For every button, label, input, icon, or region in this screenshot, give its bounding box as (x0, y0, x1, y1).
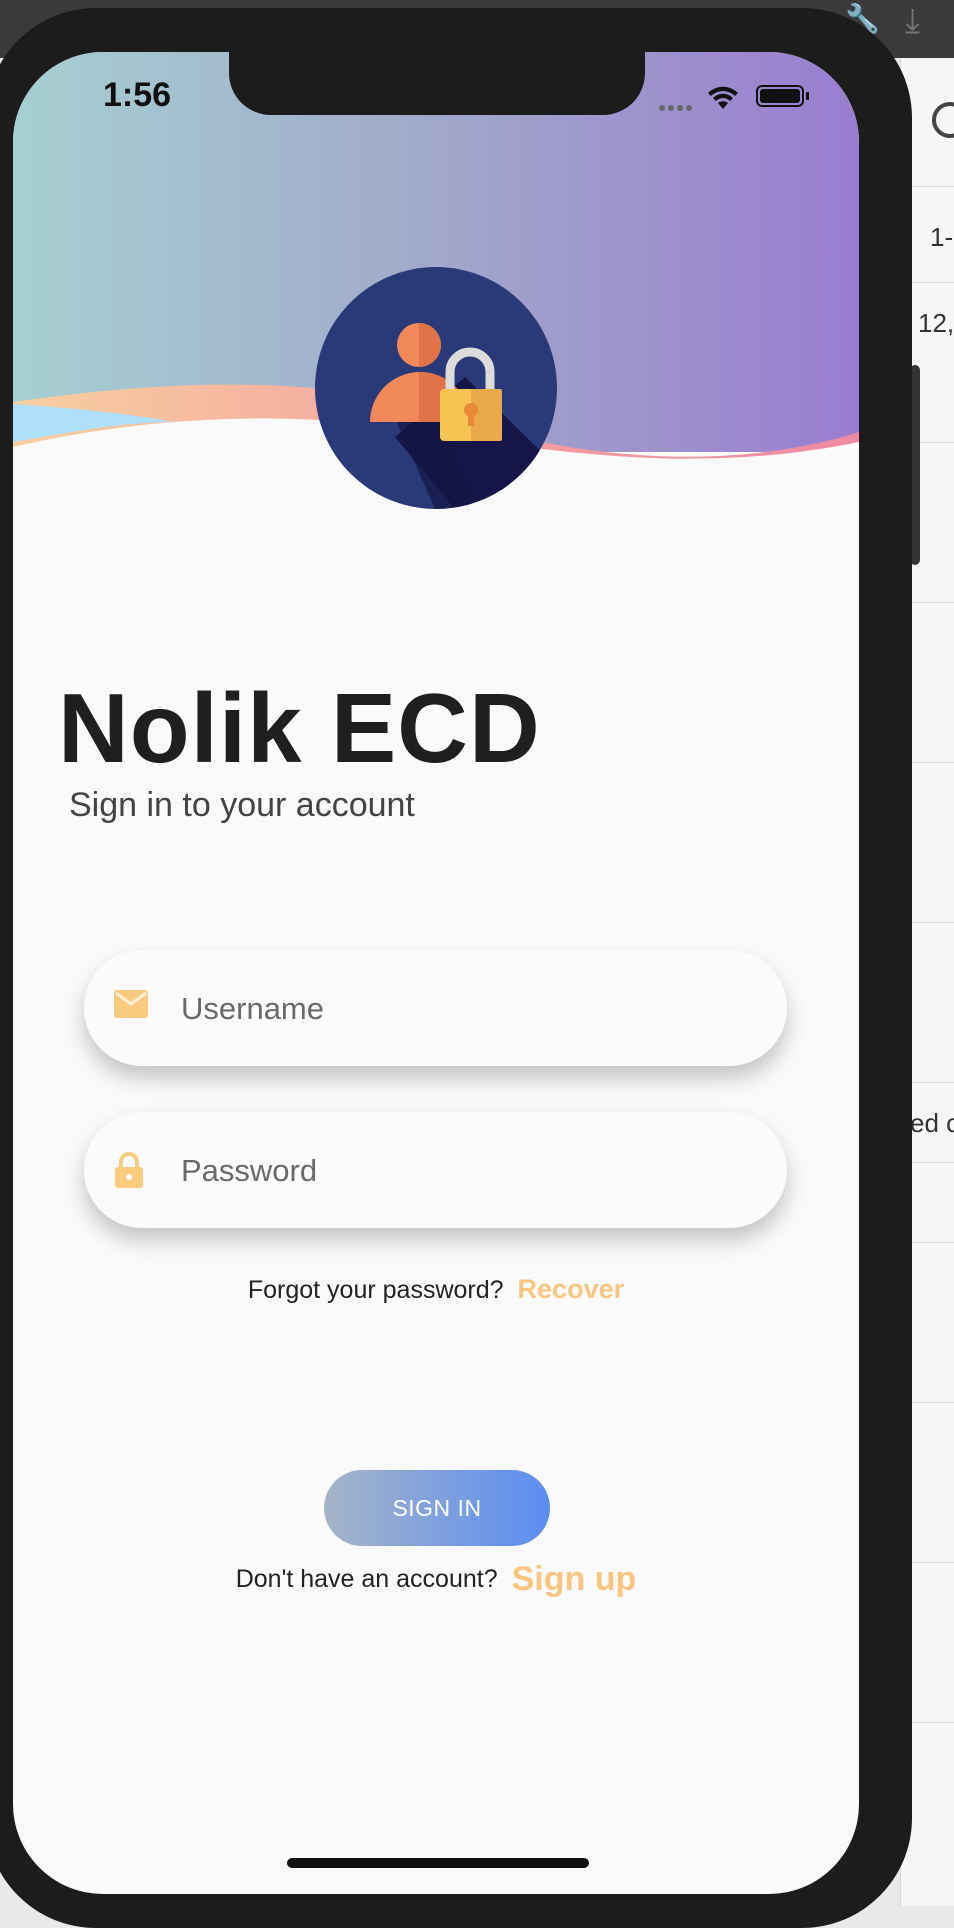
password-input[interactable] (179, 1140, 743, 1202)
background-row-text: 1- (930, 222, 954, 252)
forgot-password-row: Forgot your password? Recover (13, 1274, 859, 1305)
login-screen: 1:56 Nolik ECD Sign in to your account U… (13, 52, 859, 1894)
user-lock-icon (370, 323, 557, 509)
status-time: 1:56 (103, 76, 172, 114)
sign-up-link[interactable]: Sign up (512, 1560, 637, 1598)
app-logo (315, 267, 557, 509)
background-row-text: ed c (910, 1108, 954, 1138)
download-icon[interactable]: ⤓ (905, 2, 920, 41)
sign-in-button[interactable]: SIGN IN (324, 1470, 550, 1546)
password-field[interactable] (84, 1112, 787, 1228)
mail-icon (114, 990, 148, 1018)
username-field[interactable] (84, 950, 787, 1066)
battery-tip (806, 92, 809, 100)
signal-icon (659, 98, 695, 116)
lock-icon (115, 1152, 143, 1188)
wifi-icon (708, 86, 738, 109)
forgot-password-text: Forgot your password? (247, 1276, 504, 1304)
no-account-text: Don't have an account? (235, 1565, 498, 1593)
phone-frame: 1:56 Nolik ECD Sign in to your account U… (0, 8, 912, 1928)
username-input[interactable] (179, 978, 743, 1040)
app-subtitle: Sign in to your account (69, 786, 415, 824)
app-title: Nolik ECD (58, 673, 541, 783)
home-indicator[interactable] (287, 1858, 589, 1868)
device-notch (229, 52, 645, 115)
background-row-text: 12, 2 (918, 308, 954, 338)
battery-icon (756, 85, 804, 107)
recover-link[interactable]: Recover (518, 1274, 625, 1304)
signup-row: Don't have an account? Sign up (13, 1560, 859, 1599)
